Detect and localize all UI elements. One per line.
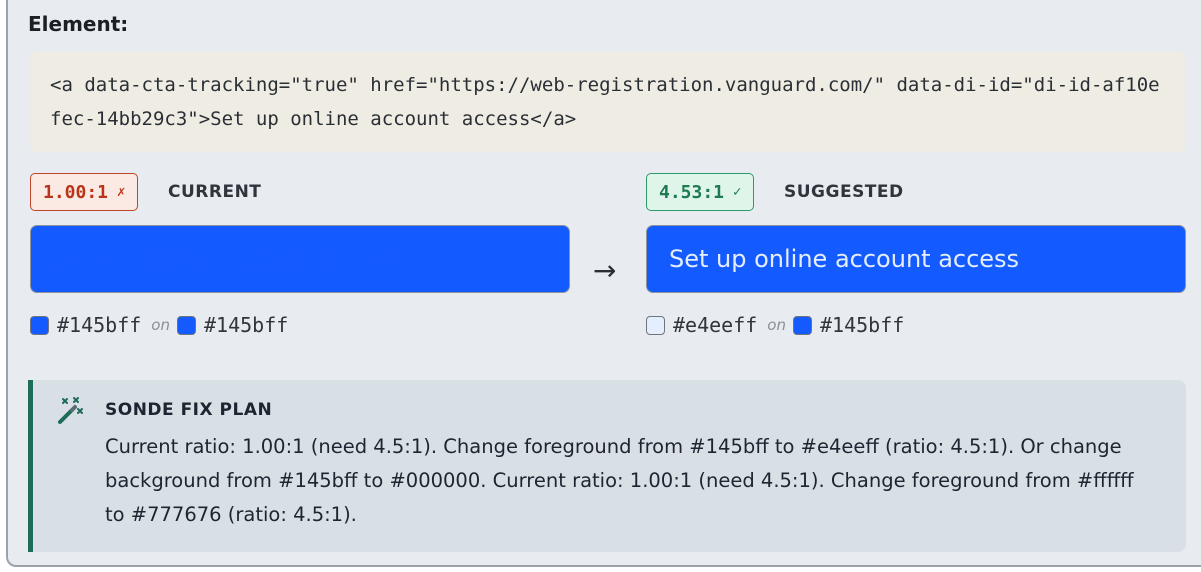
- current-foreground-hex: #145bff: [57, 313, 142, 337]
- suggested-foreground-swatch: [646, 315, 665, 335]
- suggested-background-hex: #145bff: [819, 313, 905, 337]
- magic-wand-icon: [58, 397, 83, 424]
- suggested-ratio-badge: 4.53:1 ✓: [646, 173, 755, 211]
- fix-plan-title: SONDE FIX PLAN: [105, 400, 273, 420]
- element-heading: Element:: [28, 12, 129, 36]
- current-label: CURRENT: [168, 182, 262, 202]
- current-on-word: on: [151, 316, 170, 334]
- arrow-right-icon: →: [593, 254, 617, 287]
- fail-x-icon: ✗: [117, 184, 126, 200]
- suggested-color-pair: #e4eeff on #145bff: [646, 313, 904, 337]
- pass-check-icon: ✓: [733, 184, 742, 200]
- suggested-foreground-hex: #e4eeff: [673, 313, 758, 337]
- suggested-ratio-value: 4.53:1: [659, 181, 725, 203]
- current-ratio-value: 1.00:1: [43, 181, 109, 203]
- current-background-hex: #145bff: [203, 313, 289, 337]
- contrast-issue-panel: Element: <a data-cta-tracking="true" hre…: [6, 0, 1201, 567]
- current-background-swatch: [176, 315, 196, 335]
- suggested-label: SUGGESTED: [784, 182, 904, 202]
- fix-plan-text: Current ratio: 1.00:1 (need 4.5:1). Chan…: [105, 435, 1134, 526]
- suggested-preview: Set up online account access: [646, 225, 1186, 293]
- suggested-background-swatch: [792, 315, 812, 335]
- suggested-preview-text: Set up online account access: [669, 245, 1020, 273]
- current-color-pair: #145bff on #145bff: [30, 313, 288, 337]
- current-foreground-swatch: [30, 315, 49, 335]
- current-preview-text: Set up online account access: [53, 245, 404, 273]
- element-code-snippet: <a data-cta-tracking="true" href="https:…: [30, 52, 1186, 152]
- current-preview: Set up online account access: [30, 225, 570, 293]
- suggested-on-word: on: [767, 316, 786, 334]
- fix-plan-callout: SONDE FIX PLAN Current ratio: 1.00:1 (ne…: [28, 380, 1186, 552]
- current-ratio-badge: 1.00:1 ✗: [30, 173, 139, 211]
